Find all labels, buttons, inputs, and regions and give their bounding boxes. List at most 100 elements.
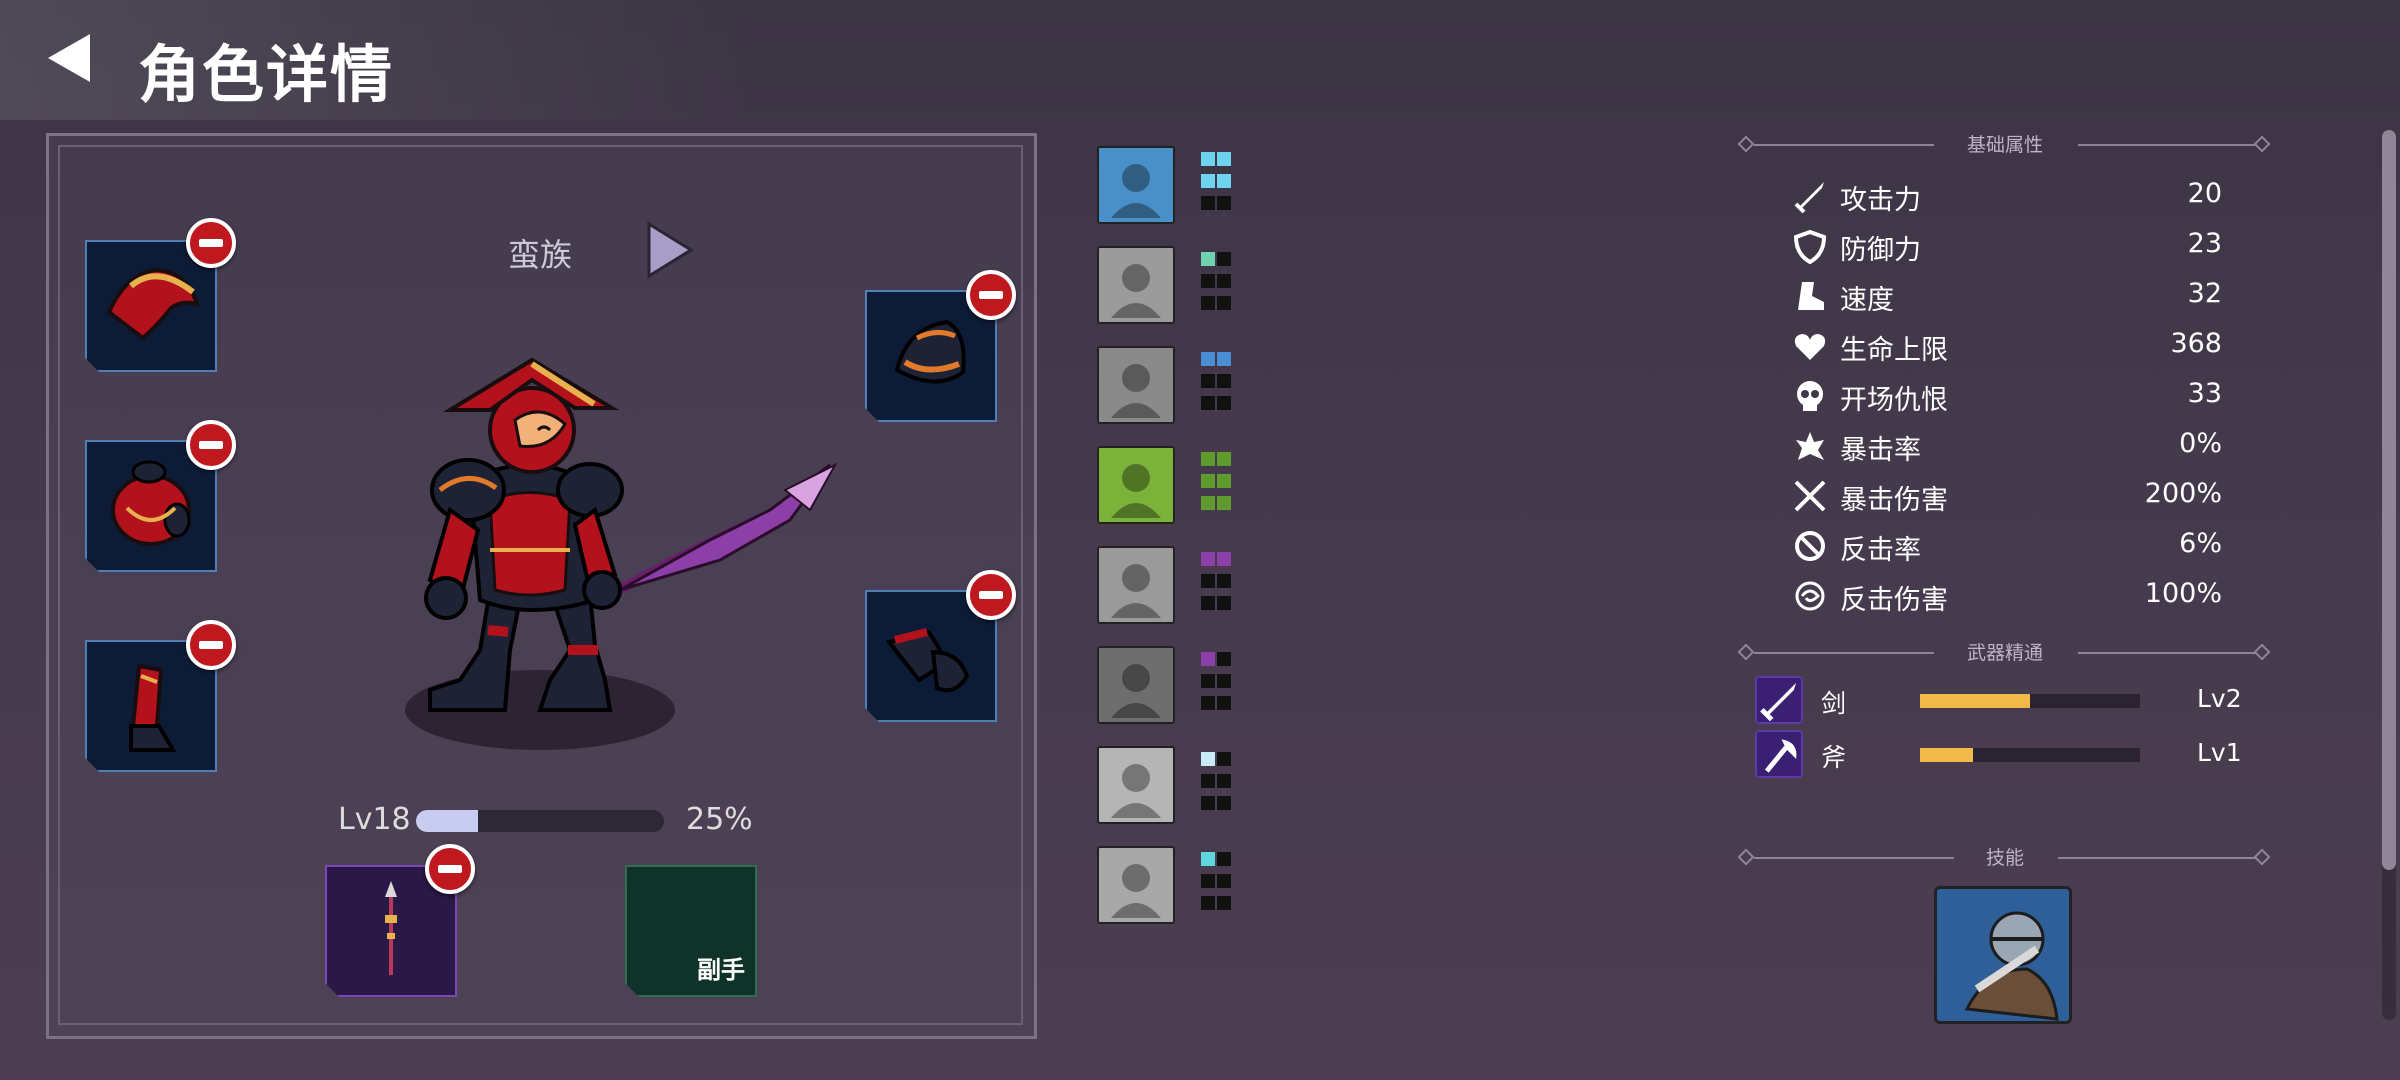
shield-icon [1793, 229, 1827, 264]
stat-row: 速度 32 [1792, 274, 2222, 318]
scrollbar-thumb[interactable] [2382, 130, 2396, 870]
trait-pip [1217, 174, 1231, 188]
stat-value: 200% [2144, 478, 2222, 509]
trait-pip [1217, 396, 1231, 410]
xp-percent: 25% [686, 802, 753, 837]
skill-slot[interactable] [1934, 886, 2072, 1024]
remove-shoulder-button[interactable] [966, 270, 1016, 320]
stat-label: 防御力 [1840, 235, 1921, 266]
axe-icon[interactable] [1755, 730, 1803, 778]
trait-pip [1217, 774, 1231, 788]
trait-pip [1217, 796, 1231, 810]
crit-burst-icon [1796, 432, 1824, 460]
warrior-portrait-icon[interactable] [1097, 146, 1175, 224]
level-label: Lv18 [338, 802, 411, 837]
trait-pip [1217, 574, 1231, 588]
remove-weapon-button[interactable] [425, 844, 475, 894]
stat-label: 暴击率 [1840, 435, 1921, 466]
stat-label: 暴击伤害 [1840, 485, 1948, 516]
stat-label: 开场仇恨 [1840, 385, 1948, 416]
stat-value: 32 [2187, 278, 2222, 309]
base-stats-header: 基础属性 [1737, 130, 2271, 160]
stat-label: 生命上限 [1840, 335, 1948, 366]
stat-label: 攻击力 [1840, 185, 1921, 216]
trait-pip [1201, 874, 1215, 888]
trait-pip [1201, 596, 1215, 610]
stat-row: 生命上限 368 [1792, 324, 2222, 368]
xp-bar [416, 810, 664, 832]
stat-row: 防御力 23 [1792, 224, 2222, 268]
trait-pip [1217, 352, 1231, 366]
trait-pip [1201, 652, 1215, 666]
stat-row: 反击率 6% [1792, 524, 2222, 568]
trait-pip [1217, 552, 1231, 566]
stat-value: 23 [2187, 228, 2222, 259]
sword-icon[interactable] [1755, 676, 1803, 724]
trait-pip [1201, 296, 1215, 310]
trait-pip [1217, 752, 1231, 766]
stat-value: 368 [2170, 328, 2222, 359]
equip-slot-offhand[interactable]: 副手 [625, 865, 757, 997]
page-title: 角色详情 [138, 38, 395, 111]
trait-pip [1201, 196, 1215, 210]
eye-icon[interactable] [1097, 246, 1175, 324]
trait-pip [1201, 896, 1215, 910]
trait-pip [1217, 152, 1231, 166]
mastery-label: 剑 [1821, 689, 1847, 718]
winged-emblem-icon[interactable] [1097, 746, 1175, 824]
stone-face-icon[interactable] [1097, 546, 1175, 624]
trait-pip [1217, 674, 1231, 688]
mastery-progress-fill [1920, 748, 1973, 762]
trait-pip [1217, 874, 1231, 888]
trait-pip [1201, 796, 1215, 810]
stat-row: 反击伤害 100% [1792, 574, 2222, 618]
mastery-row: 剑 Lv2 [1755, 676, 2245, 728]
swirl-icon [1795, 581, 1825, 611]
crossed-swords-icon [1794, 480, 1826, 512]
stat-value: 33 [2187, 378, 2222, 409]
trait-pip [1217, 896, 1231, 910]
hooded-figure-icon[interactable] [1097, 646, 1175, 724]
trait-pip [1217, 652, 1231, 666]
boot-icon [1798, 282, 1824, 310]
beast-icon[interactable] [1097, 346, 1175, 424]
mastery-progress-fill [1920, 694, 2030, 708]
remove-chest-button[interactable] [186, 420, 236, 470]
back-button[interactable] [42, 28, 102, 88]
trait-pip [1217, 252, 1231, 266]
skull-icon [1797, 381, 1823, 411]
sword-icon [1794, 182, 1824, 214]
stat-row: 暴击率 0% [1792, 424, 2222, 468]
stat-row: 开场仇恨 33 [1792, 374, 2222, 418]
stat-value: 0% [2179, 428, 2222, 459]
remove-boots-button[interactable] [186, 620, 236, 670]
stat-value: 20 [2187, 178, 2222, 209]
counter-icon [1795, 531, 1825, 561]
scrollbar[interactable] [2382, 130, 2396, 1020]
remove-helmet-button[interactable] [186, 218, 236, 268]
trait-pip [1201, 274, 1215, 288]
character-figure [405, 357, 838, 750]
offhand-label: 副手 [697, 956, 745, 984]
trait-pip [1217, 474, 1231, 488]
stat-label: 速度 [1840, 285, 1894, 316]
trait-pip [1201, 752, 1215, 766]
stat-value: 100% [2144, 578, 2222, 609]
knight-skill-icon [1937, 889, 2069, 1021]
remove-gloves-button[interactable] [966, 570, 1016, 620]
trait-pip [1217, 496, 1231, 510]
xp-bar-fill [416, 810, 478, 832]
trait-pip [1201, 574, 1215, 588]
horned-helmet-icon[interactable] [1097, 446, 1175, 524]
trait-pip [1201, 552, 1215, 566]
mastery-header: 武器精通 [1737, 638, 2271, 668]
trait-pip [1201, 474, 1215, 488]
trait-pip [1201, 396, 1215, 410]
ghost-icon[interactable] [1097, 846, 1175, 924]
race-next-button[interactable] [645, 220, 695, 280]
mastery-label: 斧 [1821, 743, 1847, 772]
trait-pip [1201, 674, 1215, 688]
back-arrow-icon [48, 34, 90, 82]
trait-pip [1217, 196, 1231, 210]
stat-label: 反击率 [1840, 535, 1921, 566]
